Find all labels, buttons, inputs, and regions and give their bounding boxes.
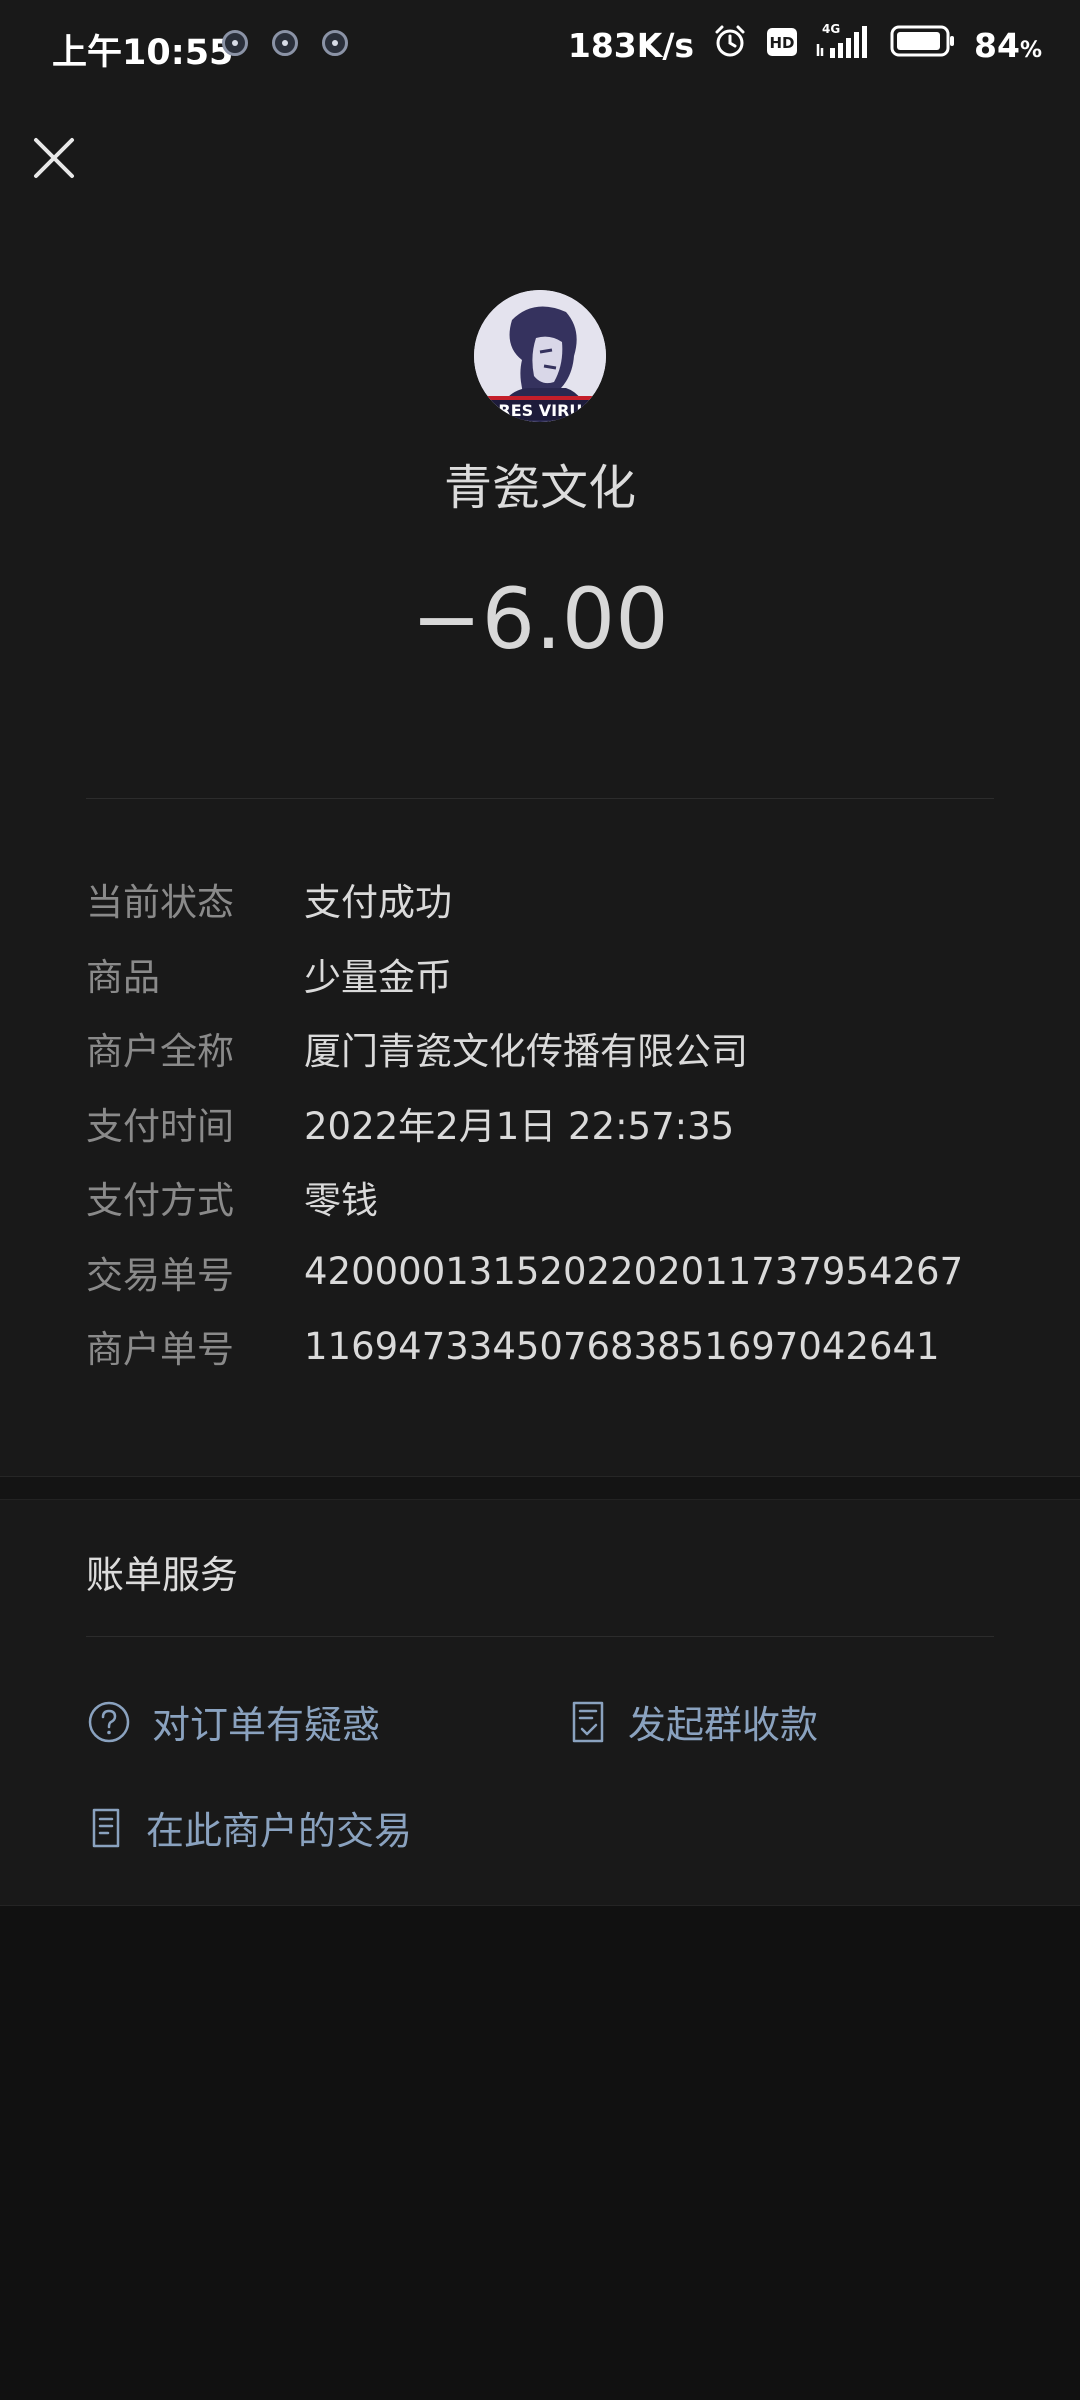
- divider: [86, 798, 994, 799]
- notification-icons: [222, 30, 348, 56]
- document-icon: [92, 1808, 120, 1847]
- alarm-icon: [712, 23, 748, 67]
- detail-value[interactable]: 4200001315202202011737954267: [304, 1250, 963, 1293]
- close-icon: [34, 138, 74, 178]
- app-notification-icon: [222, 30, 248, 56]
- svg-text:HD: HD: [770, 34, 795, 52]
- status-time: 上午10:55: [52, 33, 234, 73]
- battery-icon: [890, 24, 956, 66]
- detail-label: 当前状态: [86, 881, 234, 925]
- svg-text:4G: 4G: [822, 22, 840, 36]
- order-question-label: 对订单有疑惑: [152, 1703, 381, 1747]
- question-circle-icon: [88, 1701, 130, 1742]
- services-title: 账单服务: [86, 1553, 239, 1597]
- merchant-avatar: ARES VIRUS: [474, 290, 606, 422]
- merchant-transactions-label: 在此商户的交易: [146, 1809, 413, 1853]
- status-bar: 上午10:55 183K/s HD 4G 84%: [0, 0, 1080, 96]
- detail-value: 零钱: [304, 1179, 378, 1223]
- merchant-transactions-link[interactable]: 在此商户的交易: [86, 1800, 412, 1855]
- battery-level: 84%: [974, 26, 1042, 65]
- detail-value: 少量金币: [304, 955, 452, 999]
- merchant-name: 青瓷文化: [443, 460, 636, 516]
- receipt-check-icon: [572, 1701, 604, 1742]
- detail-row-pay-method: 支付方式 零钱: [86, 1160, 1016, 1235]
- status-right: 183K/s HD 4G 84%: [568, 22, 1042, 68]
- detail-label: 商品: [86, 955, 160, 999]
- detail-value: 支付成功: [304, 881, 452, 925]
- detail-label: 交易单号: [86, 1253, 234, 1297]
- detail-row-merchant-order-id: 商户单号 116947334507683851697042641: [86, 1309, 1016, 1384]
- app-notification-icon: [322, 30, 348, 56]
- detail-label: 商户全称: [86, 1030, 234, 1074]
- detail-value: 2022年2月1日 22:57:35: [304, 1104, 735, 1148]
- detail-row-status: 当前状态 支付成功: [86, 862, 1016, 937]
- payment-amount: −6.00: [411, 570, 669, 668]
- order-question-link[interactable]: 对订单有疑惑: [86, 1694, 380, 1749]
- transaction-details: 当前状态 支付成功 商品 少量金币 商户全称 厦门青瓷文化传播有限公司 支付时间…: [86, 862, 1016, 1384]
- group-collection-label: 发起群收款: [628, 1703, 819, 1747]
- detail-row-product: 商品 少量金币: [86, 937, 1016, 1012]
- detail-label: 支付方式: [86, 1179, 234, 1223]
- group-collection-link[interactable]: 发起群收款: [568, 1694, 818, 1749]
- detail-row-transaction-id: 交易单号 4200001315202202011737954267: [86, 1235, 1016, 1310]
- network-speed: 183K/s: [567, 25, 695, 65]
- battery-unit: %: [1019, 37, 1042, 63]
- detail-value: 厦门青瓷文化传播有限公司: [304, 1030, 748, 1074]
- detail-row-pay-time: 支付时间 2022年2月1日 22:57:35: [86, 1086, 1016, 1161]
- signal-icon: 4G: [816, 22, 872, 68]
- battery-level-value: 84: [974, 25, 1020, 65]
- detail-label: 支付时间: [86, 1104, 234, 1148]
- detail-value[interactable]: 116947334507683851697042641: [304, 1325, 940, 1368]
- bill-services-section: 账单服务 对订单有疑惑 发起群收款 在此商户的交易: [0, 1500, 1080, 1906]
- detail-label: 商户单号: [86, 1328, 234, 1372]
- close-button[interactable]: [28, 132, 80, 184]
- section-separator: [0, 1476, 1080, 1500]
- hd-icon: HD: [766, 26, 798, 65]
- divider: [86, 1636, 994, 1637]
- empty-area: [0, 1906, 1080, 2400]
- detail-row-merchant-full-name: 商户全称 厦门青瓷文化传播有限公司: [86, 1011, 1016, 1086]
- app-notification-icon: [272, 30, 298, 56]
